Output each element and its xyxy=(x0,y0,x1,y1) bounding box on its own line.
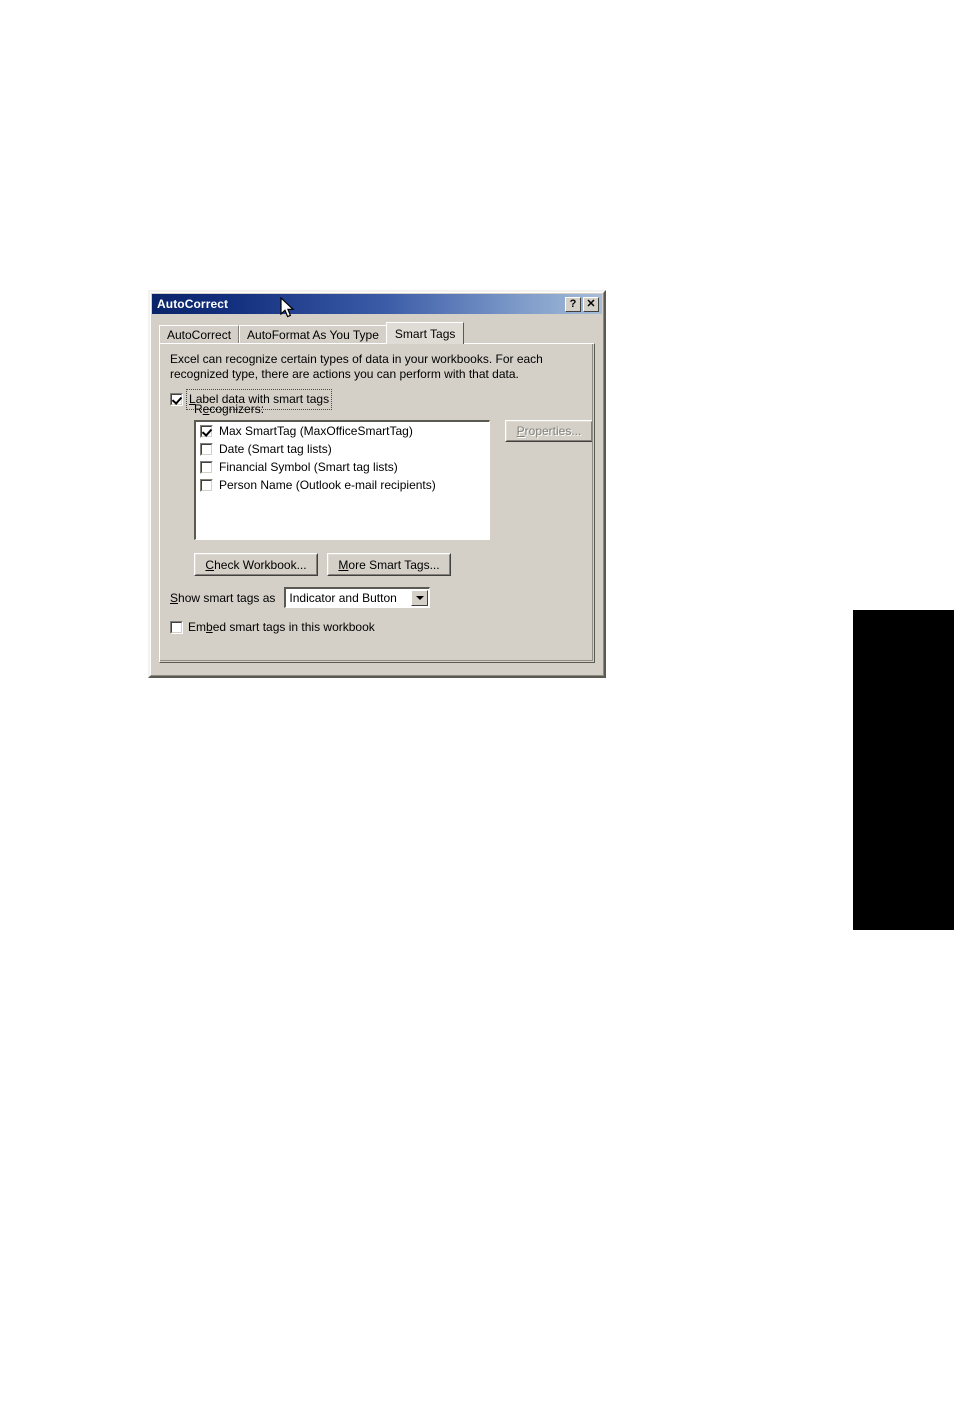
chevron-down-glyph xyxy=(415,596,424,600)
recognizer-checkbox[interactable] xyxy=(200,460,213,474)
properties-button[interactable]: Properties... xyxy=(505,420,593,442)
list-item[interactable]: Date (Smart tag lists) xyxy=(196,440,489,458)
list-item[interactable]: Max SmartTag (MaxOfficeSmartTag) xyxy=(196,422,489,440)
tab-strip: AutoCorrect AutoFormat As You Type Smart… xyxy=(159,322,465,344)
list-item[interactable]: Financial Symbol (Smart tag lists) xyxy=(196,458,489,476)
recognizer-label: Max SmartTag (MaxOfficeSmartTag) xyxy=(219,424,413,438)
titlebar-buttons: ? ✕ xyxy=(565,296,602,312)
recognizer-checkbox[interactable] xyxy=(200,442,213,456)
chevron-down-icon[interactable] xyxy=(411,590,429,606)
check-workbook-button[interactable]: Check Workbook... xyxy=(194,553,318,576)
tab-autocorrect[interactable]: AutoCorrect xyxy=(159,325,240,344)
properties-button-label: Properties... xyxy=(516,424,582,438)
recognizer-label: Date (Smart tag lists) xyxy=(219,442,332,456)
recognizer-label: Person Name (Outlook e-mail recipients) xyxy=(219,478,436,492)
recognizer-label: Financial Symbol (Smart tag lists) xyxy=(219,460,398,474)
embed-smart-tags-label: Embed smart tags in this workbook xyxy=(188,620,375,634)
embed-smart-tags-checkbox[interactable] xyxy=(170,620,183,634)
panel-description: Excel can recognize certain types of dat… xyxy=(170,352,543,381)
tab-autoformat-as-you-type-label: AutoFormat As You Type xyxy=(247,328,379,342)
show-smart-tags-value: Indicator and Button xyxy=(289,591,397,605)
tab-autocorrect-label: AutoCorrect xyxy=(167,328,232,342)
autocorrect-dialog: AutoCorrect ? ✕ AutoCorrect AutoFormat A… xyxy=(148,290,606,678)
close-button[interactable]: ✕ xyxy=(583,296,599,312)
dialog-title: AutoCorrect xyxy=(157,297,229,311)
show-smart-tags-row: Show smart tags as Indicator and Button xyxy=(170,587,431,608)
show-smart-tags-combobox[interactable]: Indicator and Button xyxy=(284,587,431,608)
recognizers-group-label: Recognizers: xyxy=(194,402,265,416)
more-smart-tags-button-label: More Smart Tags... xyxy=(338,557,440,572)
help-button[interactable]: ? xyxy=(565,296,581,312)
embed-smart-tags-checkbox-row[interactable]: Embed smart tags in this workbook xyxy=(170,620,375,634)
label-data-checkbox[interactable] xyxy=(170,393,183,406)
dialog-titlebar[interactable]: AutoCorrect ? ✕ xyxy=(152,294,602,318)
show-smart-tags-label: Show smart tags as xyxy=(170,590,276,605)
smart-tags-panel: Excel can recognize certain types of dat… xyxy=(159,343,595,663)
tab-smart-tags-label: Smart Tags xyxy=(394,326,456,341)
tab-smart-tags[interactable]: Smart Tags xyxy=(385,322,465,344)
page-edge-marker xyxy=(853,610,954,930)
check-workbook-button-label: Check Workbook... xyxy=(205,557,307,572)
recognizer-checkbox[interactable] xyxy=(200,478,213,492)
recognizer-checkbox[interactable] xyxy=(200,424,213,438)
more-smart-tags-button[interactable]: More Smart Tags... xyxy=(327,553,451,576)
recognizers-listbox[interactable]: Max SmartTag (MaxOfficeSmartTag) Date (S… xyxy=(194,420,490,540)
list-item[interactable]: Person Name (Outlook e-mail recipients) xyxy=(196,476,489,494)
tab-autoformat-as-you-type[interactable]: AutoFormat As You Type xyxy=(239,325,387,344)
